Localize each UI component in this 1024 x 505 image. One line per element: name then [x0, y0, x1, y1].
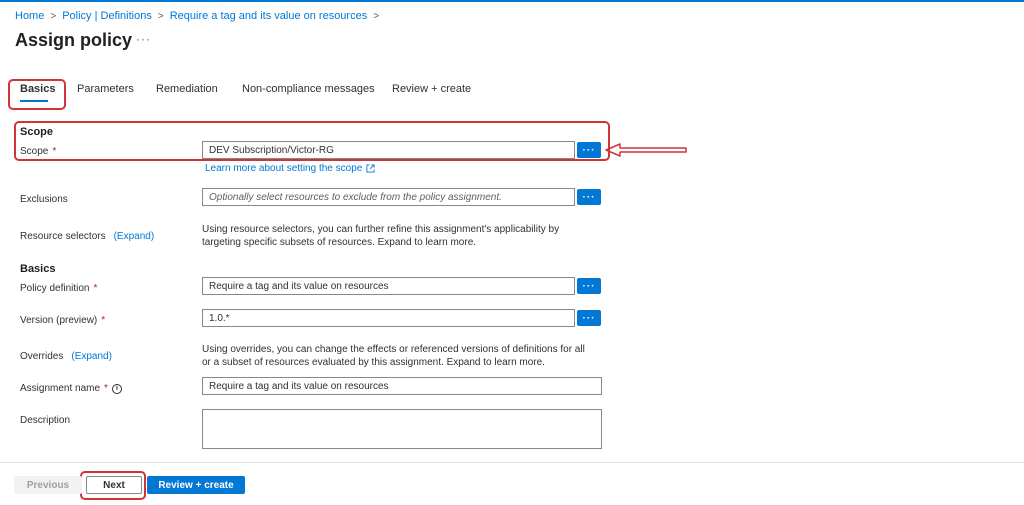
breadcrumb-policy-definitions[interactable]: Policy | Definitions [62, 10, 152, 22]
learn-more-scope-text: Learn more about setting the scope [205, 163, 363, 174]
page-title: Assign policy [15, 30, 133, 50]
overrides-expand-link[interactable]: (Expand) [71, 351, 112, 362]
resource-selectors-help: Using resource selectors, you can furthe… [202, 224, 560, 248]
version-browse-button[interactable]: ··· [577, 310, 601, 326]
learn-more-scope-link[interactable]: Learn more about setting the scope [205, 163, 375, 174]
exclusions-browse-button[interactable]: ··· [577, 189, 601, 205]
resource-selectors-label: Resource selectors (Expand) [20, 231, 154, 242]
assignment-name-label: Assignment name * i [20, 383, 122, 394]
breadcrumb-definition[interactable]: Require a tag and its value on resources [170, 10, 368, 22]
version-input[interactable]: 1.0.* [202, 309, 575, 327]
required-indicator: * [101, 315, 106, 326]
description-label-text: Description [20, 415, 71, 426]
scope-input[interactable]: DEV Subscription/Victor-RG [202, 141, 575, 159]
resource-selectors-label-text: Resource selectors [20, 231, 106, 242]
top-accent-bar [0, 0, 1024, 2]
external-link-icon [366, 164, 375, 173]
policy-definition-input[interactable]: Require a tag and its value on resources [202, 277, 575, 295]
breadcrumb-separator: > [50, 10, 57, 22]
description-label: Description [20, 415, 70, 426]
breadcrumb-separator: > [157, 10, 164, 22]
version-label-text: Version (preview) [20, 315, 98, 326]
scope-section-title: Scope [20, 126, 54, 138]
required-indicator: * [52, 146, 57, 157]
scope-browse-button[interactable]: ··· [577, 142, 601, 158]
assignment-name-label-text: Assignment name [20, 383, 101, 394]
version-label: Version (preview) * [20, 315, 105, 326]
previous-button[interactable]: Previous [14, 476, 82, 494]
exclusions-input[interactable]: Optionally select resources to exclude f… [202, 188, 575, 206]
resource-selectors-expand-link[interactable]: (Expand) [114, 231, 155, 242]
assignment-name-input[interactable]: Require a tag and its value on resources [202, 377, 602, 395]
next-button[interactable]: Next [86, 476, 142, 494]
overrides-help: Using overrides, you can change the effe… [202, 344, 585, 368]
tab-review-create[interactable]: Review + create [392, 83, 471, 95]
breadcrumb-home[interactable]: Home [15, 10, 44, 22]
policy-definition-label-text: Policy definition [20, 283, 90, 294]
policy-definition-browse-button[interactable]: ··· [577, 278, 601, 294]
breadcrumb-separator: > [373, 10, 380, 22]
breadcrumb: Home > Policy | Definitions > Require a … [15, 10, 385, 22]
info-icon[interactable]: i [111, 383, 122, 394]
tab-bar: Basics Parameters Remediation Non-compli… [0, 80, 520, 102]
required-indicator: * [104, 383, 108, 394]
arrow-left-icon [605, 143, 687, 157]
required-indicator: * [93, 283, 98, 294]
tab-remediation[interactable]: Remediation [156, 83, 218, 95]
scope-label-text: Scope [20, 146, 49, 157]
tab-parameters[interactable]: Parameters [77, 83, 134, 95]
exclusions-label: Exclusions [20, 194, 68, 205]
footer-divider [0, 462, 1024, 463]
scope-label: Scope * [20, 146, 56, 157]
exclusions-label-text: Exclusions [20, 194, 68, 205]
policy-definition-label: Policy definition * [20, 283, 97, 294]
review-create-button[interactable]: Review + create [147, 476, 245, 494]
overrides-label: Overrides (Expand) [20, 351, 112, 362]
tab-basics[interactable]: Basics [20, 83, 55, 95]
description-textarea[interactable] [202, 409, 602, 449]
basics-section-title: Basics [20, 263, 56, 275]
more-options-button[interactable]: ··· [136, 32, 151, 46]
overrides-label-text: Overrides [20, 351, 64, 362]
tab-non-compliance-messages[interactable]: Non-compliance messages [242, 83, 375, 95]
active-tab-indicator [20, 100, 48, 102]
